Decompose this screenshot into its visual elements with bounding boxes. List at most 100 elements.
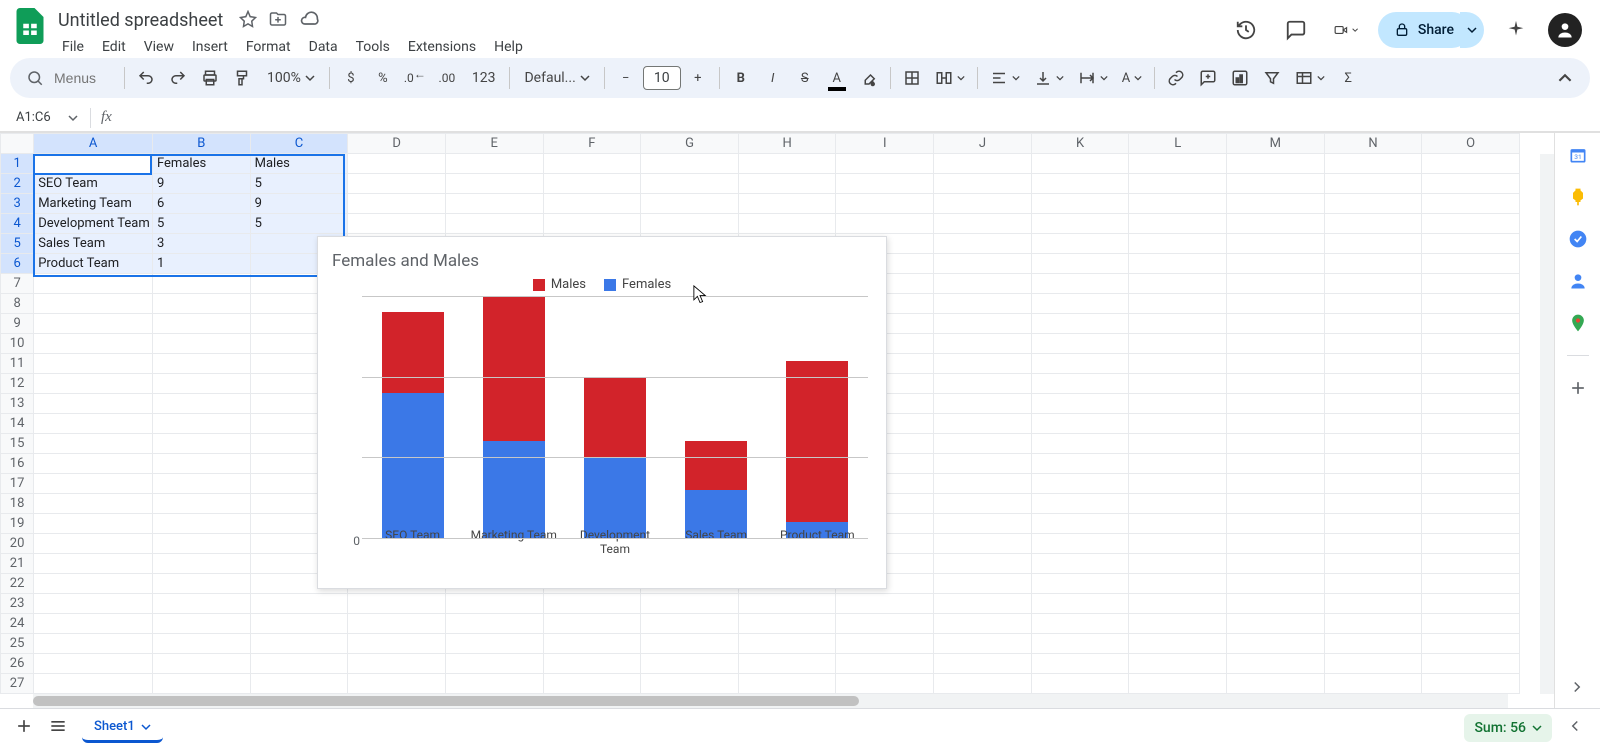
cell-A12[interactable] bbox=[34, 374, 153, 394]
cell-E25[interactable] bbox=[445, 634, 543, 654]
increase-decimal-icon[interactable]: .00 bbox=[432, 63, 462, 93]
cell-J15[interactable] bbox=[934, 434, 1032, 454]
zoom-dropdown[interactable]: 100% bbox=[259, 63, 323, 93]
cell-A3[interactable]: Marketing Team bbox=[34, 194, 153, 214]
cell-O1[interactable] bbox=[1422, 154, 1520, 174]
cell-D27[interactable] bbox=[348, 674, 446, 694]
cell-N6[interactable] bbox=[1324, 254, 1422, 274]
cell-M21[interactable] bbox=[1227, 554, 1325, 574]
cell-J25[interactable] bbox=[934, 634, 1032, 654]
cell-A8[interactable] bbox=[34, 294, 153, 314]
cell-B2[interactable]: 9 bbox=[152, 174, 250, 194]
cell-M23[interactable] bbox=[1227, 594, 1325, 614]
cell-O4[interactable] bbox=[1422, 214, 1520, 234]
cell-L13[interactable] bbox=[1129, 394, 1227, 414]
row-header-24[interactable]: 24 bbox=[1, 614, 34, 634]
cell-J27[interactable] bbox=[934, 674, 1032, 694]
cell-L25[interactable] bbox=[1129, 634, 1227, 654]
row-header-15[interactable]: 15 bbox=[1, 434, 34, 454]
cell-B11[interactable] bbox=[152, 354, 250, 374]
cell-H1[interactable] bbox=[738, 154, 836, 174]
cell-N7[interactable] bbox=[1324, 274, 1422, 294]
cell-J22[interactable] bbox=[934, 574, 1032, 594]
cell-I26[interactable] bbox=[836, 654, 934, 674]
cell-L17[interactable] bbox=[1129, 474, 1227, 494]
table-view-icon[interactable] bbox=[1289, 63, 1331, 93]
cell-K1[interactable] bbox=[1031, 154, 1129, 174]
calendar-icon[interactable]: 31 bbox=[1568, 145, 1588, 165]
comments-icon[interactable] bbox=[1278, 12, 1314, 48]
cell-K15[interactable] bbox=[1031, 434, 1129, 454]
column-header-N[interactable]: N bbox=[1324, 134, 1422, 154]
cell-K12[interactable] bbox=[1031, 374, 1129, 394]
cell-J18[interactable] bbox=[934, 494, 1032, 514]
move-icon[interactable] bbox=[269, 10, 287, 32]
row-header-19[interactable]: 19 bbox=[1, 514, 34, 534]
cell-K23[interactable] bbox=[1031, 594, 1129, 614]
cell-E26[interactable] bbox=[445, 654, 543, 674]
cell-O26[interactable] bbox=[1422, 654, 1520, 674]
row-header-21[interactable]: 21 bbox=[1, 554, 34, 574]
cell-N24[interactable] bbox=[1324, 614, 1422, 634]
cell-B18[interactable] bbox=[152, 494, 250, 514]
cell-O19[interactable] bbox=[1422, 514, 1520, 534]
cell-M11[interactable] bbox=[1227, 354, 1325, 374]
row-header-14[interactable]: 14 bbox=[1, 414, 34, 434]
cell-N27[interactable] bbox=[1324, 674, 1422, 694]
cell-J26[interactable] bbox=[934, 654, 1032, 674]
cell-B21[interactable] bbox=[152, 554, 250, 574]
cell-A23[interactable] bbox=[34, 594, 153, 614]
cell-M15[interactable] bbox=[1227, 434, 1325, 454]
row-header-26[interactable]: 26 bbox=[1, 654, 34, 674]
cell-I25[interactable] bbox=[836, 634, 934, 654]
menu-extensions[interactable]: Extensions bbox=[400, 35, 484, 59]
cell-G26[interactable] bbox=[641, 654, 739, 674]
cell-I23[interactable] bbox=[836, 594, 934, 614]
cell-M10[interactable] bbox=[1227, 334, 1325, 354]
cell-G4[interactable] bbox=[641, 214, 739, 234]
gemini-icon[interactable] bbox=[1498, 12, 1534, 48]
cell-K6[interactable] bbox=[1031, 254, 1129, 274]
row-header-12[interactable]: 12 bbox=[1, 374, 34, 394]
cell-N4[interactable] bbox=[1324, 214, 1422, 234]
column-header-O[interactable]: O bbox=[1422, 134, 1520, 154]
cell-O24[interactable] bbox=[1422, 614, 1520, 634]
cell-E24[interactable] bbox=[445, 614, 543, 634]
meet-icon[interactable] bbox=[1328, 12, 1364, 48]
bar-0[interactable] bbox=[381, 312, 445, 538]
cell-I3[interactable] bbox=[836, 194, 934, 214]
cell-M12[interactable] bbox=[1227, 374, 1325, 394]
cell-L8[interactable] bbox=[1129, 294, 1227, 314]
row-header-18[interactable]: 18 bbox=[1, 494, 34, 514]
cell-B16[interactable] bbox=[152, 454, 250, 474]
cell-F3[interactable] bbox=[543, 194, 641, 214]
print-icon[interactable] bbox=[195, 63, 225, 93]
cell-C24[interactable] bbox=[250, 614, 348, 634]
cell-A27[interactable] bbox=[34, 674, 153, 694]
cell-K26[interactable] bbox=[1031, 654, 1129, 674]
strikethrough-icon[interactable]: S bbox=[790, 63, 820, 93]
cell-J21[interactable] bbox=[934, 554, 1032, 574]
cell-F4[interactable] bbox=[543, 214, 641, 234]
cell-O6[interactable] bbox=[1422, 254, 1520, 274]
cell-L6[interactable] bbox=[1129, 254, 1227, 274]
cell-M4[interactable] bbox=[1227, 214, 1325, 234]
cell-M5[interactable] bbox=[1227, 234, 1325, 254]
cell-N13[interactable] bbox=[1324, 394, 1422, 414]
filter-icon[interactable] bbox=[1257, 63, 1287, 93]
cell-K14[interactable] bbox=[1031, 414, 1129, 434]
cell-J13[interactable] bbox=[934, 394, 1032, 414]
cell-N15[interactable] bbox=[1324, 434, 1422, 454]
cell-K27[interactable] bbox=[1031, 674, 1129, 694]
cell-J3[interactable] bbox=[934, 194, 1032, 214]
cell-K19[interactable] bbox=[1031, 514, 1129, 534]
cell-C23[interactable] bbox=[250, 594, 348, 614]
horizontal-scrollbar[interactable] bbox=[33, 694, 1508, 708]
cell-O16[interactable] bbox=[1422, 454, 1520, 474]
menu-view[interactable]: View bbox=[136, 35, 182, 59]
cell-J7[interactable] bbox=[934, 274, 1032, 294]
cell-L9[interactable] bbox=[1129, 314, 1227, 334]
cell-A5[interactable]: Sales Team bbox=[34, 234, 153, 254]
cell-A10[interactable] bbox=[34, 334, 153, 354]
cell-A11[interactable] bbox=[34, 354, 153, 374]
